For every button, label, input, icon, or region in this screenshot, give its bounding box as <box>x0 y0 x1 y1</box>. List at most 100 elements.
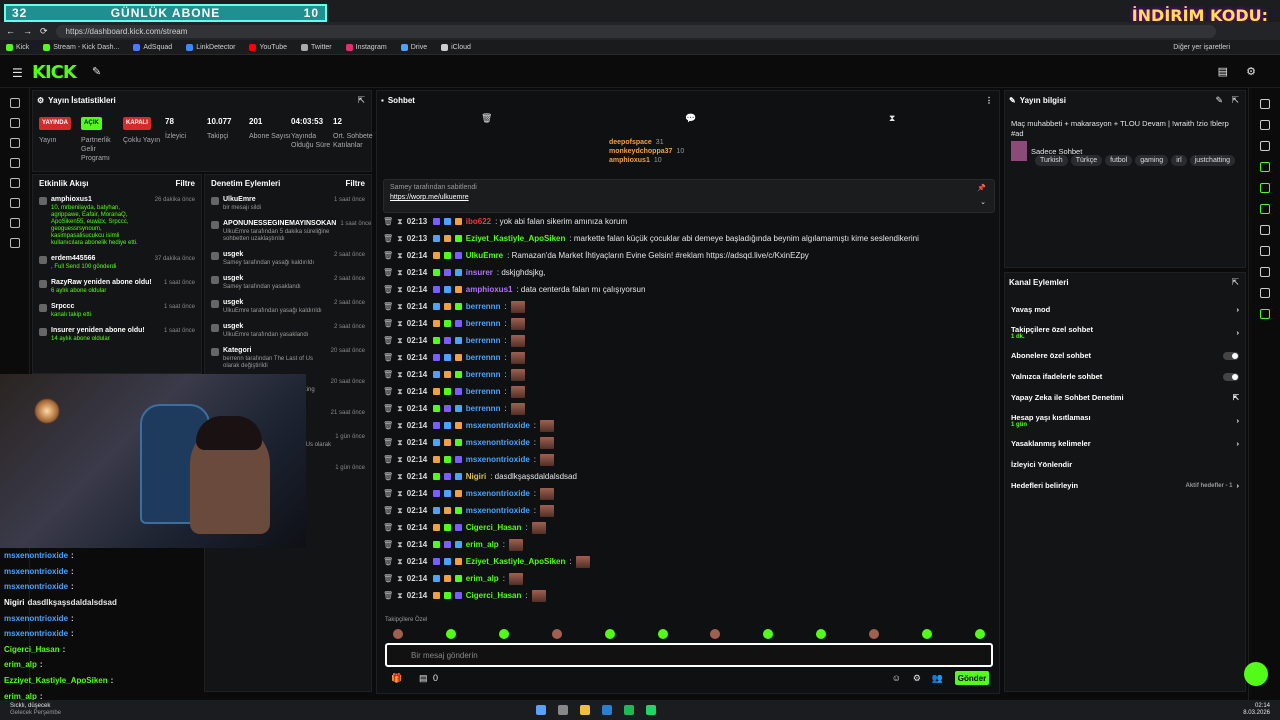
chevron-right-icon[interactable]: › <box>1237 416 1240 425</box>
message-user[interactable]: insurer <box>466 268 493 277</box>
bookmark-5[interactable]: Twitter <box>301 43 332 51</box>
delete-icon[interactable]: 🗑 <box>383 353 393 362</box>
bookmark-3[interactable]: LinkDetector <box>186 43 235 51</box>
timeout-icon[interactable]: ⧗ <box>397 421 403 431</box>
spotify-icon[interactable] <box>624 705 634 715</box>
quick-emote[interactable] <box>710 629 721 639</box>
rail-link-icon[interactable] <box>9 118 20 128</box>
delete-icon[interactable]: 🗑 <box>383 455 393 464</box>
popout-icon[interactable]: ⇱ <box>1231 277 1239 288</box>
quick-emote[interactable] <box>974 629 985 639</box>
rail-share-icon[interactable] <box>1259 288 1270 298</box>
rail-plus-icon[interactable] <box>1259 309 1270 319</box>
rail-chat-icon[interactable] <box>1259 204 1270 214</box>
forward-icon[interactable]: → <box>23 26 32 36</box>
back-icon[interactable]: ← <box>6 26 15 36</box>
delete-icon[interactable]: 🗑 <box>383 319 393 328</box>
timeout-icon[interactable]: ⧗ <box>397 557 403 567</box>
message-user[interactable]: berrennn <box>466 336 501 345</box>
rail-tool-icon[interactable] <box>9 198 20 208</box>
rail-phone-icon[interactable] <box>1259 183 1270 193</box>
bookmark-2[interactable]: AdSquad <box>133 43 172 51</box>
activity-filter-button[interactable]: Filtre <box>175 179 195 188</box>
delete-icon[interactable]: 🗑 <box>383 574 393 583</box>
timeout-icon[interactable]: ⧗ <box>397 302 403 312</box>
event-user[interactable]: RazyRaw yeniden abone oldu! <box>51 279 152 286</box>
channel-action-item[interactable]: Yavaş mod › <box>1005 299 1245 320</box>
channel-action-item[interactable]: Yapay Zeka ile Sohbet Denetimi ⇱ <box>1005 387 1245 408</box>
message-user[interactable]: Cigerci_Hasan <box>466 523 522 532</box>
event-user[interactable]: usgek <box>223 251 243 258</box>
channel-action-item[interactable]: Hedefleri belirleyin Aktif hedefler - 1 › <box>1005 475 1245 496</box>
rail-info-icon[interactable] <box>1259 99 1270 109</box>
bookmark-4[interactable]: YouTube <box>249 43 287 51</box>
bookmark-8[interactable]: iCloud <box>441 43 471 51</box>
delete-icon[interactable]: 🗑 <box>383 285 393 294</box>
quick-emote[interactable] <box>657 629 668 639</box>
stream-tag[interactable]: irl <box>1171 155 1187 166</box>
event-user[interactable]: erdem445566 <box>51 255 95 262</box>
rail-library-icon[interactable] <box>9 238 20 248</box>
popout-icon[interactable]: ⇱ <box>1231 95 1239 106</box>
inbox-icon[interactable]: ▤ <box>419 673 428 684</box>
users-icon[interactable]: 👥 <box>932 673 943 684</box>
chevron-right-icon[interactable]: › <box>1237 439 1240 448</box>
message-user[interactable]: erim_alp <box>466 574 499 583</box>
timeout-icon[interactable]: ⧗ <box>397 574 403 584</box>
edit-icon[interactable]: ✎ <box>1215 95 1223 106</box>
channel-action-item[interactable]: Hesap yaşı kısıtlaması 1 gün › <box>1005 408 1245 433</box>
url-input[interactable]: https://dashboard.kick.com/stream <box>55 24 1216 38</box>
chevron-right-icon[interactable]: › <box>1237 481 1240 490</box>
kick-logo[interactable]: KICK <box>32 62 77 83</box>
message-user[interactable]: berrennn <box>466 387 501 396</box>
message-user[interactable]: Cigerci_Hasan <box>466 591 522 600</box>
settings-icon[interactable]: ⚙ <box>1246 65 1256 78</box>
event-user[interactable]: amphioxus1 <box>51 196 92 203</box>
pin-icon[interactable]: ✎ <box>92 65 101 78</box>
delete-icon[interactable]: 🗑 <box>383 217 393 226</box>
event-user[interactable]: APONUNESSEGINEMAYINSOKAN <box>223 220 336 227</box>
timeout-icon[interactable]: ⧗ <box>397 336 403 346</box>
quick-emote[interactable] <box>445 629 456 639</box>
message-user[interactable]: berrennn <box>466 302 501 311</box>
rail-broadcast-icon[interactable] <box>1259 225 1270 235</box>
timeout-icon[interactable]: ⧗ <box>397 438 403 448</box>
timeout-icon[interactable]: ⧗ <box>397 234 403 244</box>
event-user[interactable]: UlkuEmre <box>223 196 256 203</box>
delete-icon[interactable]: 🗑 <box>383 336 393 345</box>
stream-tag[interactable]: Türkçe <box>1070 155 1103 166</box>
stream-tag[interactable]: justchatting <box>1189 155 1236 166</box>
timeout-icon[interactable]: ⧗ <box>397 319 403 329</box>
message-user[interactable]: msxenontrioxide <box>466 506 530 515</box>
channel-action-item[interactable]: Takipçilere özel sohbet 1 dk. › <box>1005 320 1245 345</box>
delete-icon[interactable]: 🗑 <box>383 370 393 379</box>
event-user[interactable]: Kategori <box>223 347 251 354</box>
quick-emote[interactable] <box>763 629 774 639</box>
stream-tag[interactable]: gaming <box>1135 155 1169 166</box>
gifter-name[interactable]: amphioxus1 <box>609 157 650 164</box>
timeout-icon[interactable]: ⧗ <box>397 370 403 380</box>
message-user[interactable]: berrennn <box>466 353 501 362</box>
bookmark-6[interactable]: Instagram <box>345 43 387 51</box>
timeout-icon[interactable]: ⧗ <box>397 506 403 516</box>
unpin-icon[interactable]: 📌 <box>977 184 986 192</box>
rail-bolt-icon[interactable] <box>1259 162 1270 172</box>
delete-icon[interactable]: 🗑 <box>383 421 393 430</box>
rail-server-icon[interactable] <box>1259 246 1270 256</box>
delete-icon[interactable]: 🗑 <box>383 591 393 600</box>
delete-icon[interactable]: 🗑 <box>383 438 393 447</box>
timeout-icon[interactable]: ⧗ <box>397 455 403 465</box>
chevron-right-icon[interactable]: › <box>1237 305 1240 314</box>
message-user[interactable]: UlkuEmre <box>466 251 503 260</box>
layout-icon[interactable]: ▤ <box>1218 65 1228 78</box>
trash-icon[interactable]: 🗑 <box>481 113 492 124</box>
delete-icon[interactable]: 🗑 <box>383 268 393 277</box>
delete-icon[interactable]: 🗑 <box>383 302 393 311</box>
chat-menu-icon[interactable]: ⋮ <box>985 96 993 105</box>
delete-icon[interactable]: 🗑 <box>383 472 393 481</box>
channel-action-item[interactable]: Yalnızca ifadelerle sohbet <box>1005 366 1245 387</box>
start-icon[interactable] <box>536 705 546 715</box>
delete-icon[interactable]: 🗑 <box>383 489 393 498</box>
channel-action-item[interactable]: Yasaklanmış kelimeler › <box>1005 433 1245 454</box>
message-user[interactable]: berrennn <box>466 370 501 379</box>
